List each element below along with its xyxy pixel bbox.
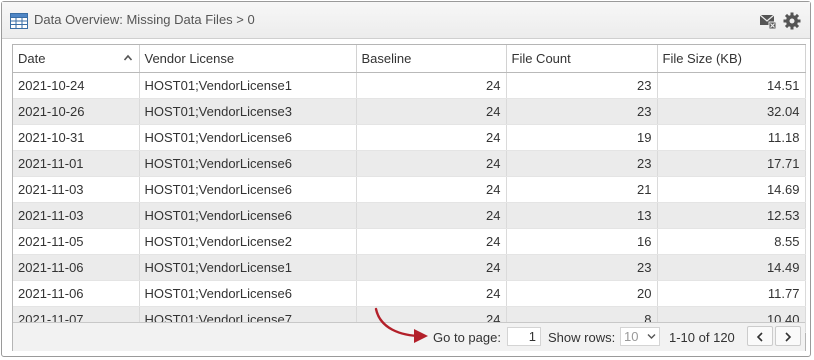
page-number-input[interactable]: 1 (507, 327, 541, 346)
table-row[interactable]: 2021-11-03 HOST01;VendorLicense6 24 21 14.69 (13, 176, 806, 203)
cell-file-size: 14.51 (657, 72, 806, 99)
sort-ascending-icon (123, 54, 132, 61)
go-to-page-label: Go to page: (433, 330, 501, 345)
cell-file-size: 14.69 (657, 176, 806, 203)
data-grid: Date Vendor License Baseline File Count … (12, 44, 806, 351)
chevron-left-icon (756, 332, 763, 342)
panel-header: Data Overview: Missing Data Files > 0 (2, 2, 810, 39)
data-overview-panel: Data Overview: Missing Data Files > 0 Da… (1, 1, 811, 357)
cell-file-count: 23 (506, 72, 658, 99)
table-row[interactable]: 2021-10-24 HOST01;VendorLicense1 24 23 14.51 (13, 72, 806, 99)
cell-vendor-license: HOST01;VendorLicense2 (139, 228, 357, 255)
cell-file-count: 23 (506, 150, 658, 177)
cell-file-size: 8.55 (657, 228, 806, 255)
table-row[interactable]: 2021-10-31 HOST01;VendorLicense6 24 19 11.18 (13, 124, 806, 151)
cell-file-count: 23 (506, 98, 658, 125)
cell-date: 2021-11-01 (13, 150, 140, 177)
cell-baseline: 24 (356, 98, 507, 125)
table-row[interactable]: 2021-11-05 HOST01;VendorLicense2 24 16 8.55 (13, 228, 806, 255)
cell-vendor-license: HOST01;VendorLicense6 (139, 124, 357, 151)
cell-file-count: 23 (506, 254, 658, 281)
table-header-row: Date Vendor License Baseline File Count … (13, 45, 806, 73)
panel-title: Data Overview: Missing Data Files > 0 (34, 12, 255, 27)
cell-date: 2021-11-05 (13, 228, 140, 255)
cell-baseline: 24 (356, 124, 507, 151)
column-header-vendor-license[interactable]: Vendor License (139, 45, 357, 73)
chevron-right-icon (785, 332, 792, 342)
cell-baseline: 24 (356, 228, 507, 255)
cell-vendor-license: HOST01;VendorLicense6 (139, 202, 357, 229)
chevron-down-icon (647, 334, 656, 339)
column-header-baseline[interactable]: Baseline (356, 45, 507, 73)
annotation-arrow-icon (374, 307, 428, 343)
data-table: Date Vendor License Baseline File Count … (13, 45, 806, 333)
next-page-button[interactable] (775, 326, 801, 346)
cell-file-count: 13 (506, 202, 658, 229)
column-header-file-size[interactable]: File Size (KB) (657, 45, 806, 73)
cell-vendor-license: HOST01;VendorLicense1 (139, 72, 357, 99)
cell-file-size: 11.18 (657, 124, 806, 151)
cell-file-size: 11.77 (657, 280, 806, 307)
table-row[interactable]: 2021-11-06 HOST01;VendorLicense1 24 23 14.49 (13, 254, 806, 281)
cell-date: 2021-10-24 (13, 72, 140, 99)
cell-date: 2021-11-03 (13, 176, 140, 203)
gear-icon[interactable] (783, 12, 801, 30)
page-range-text: 1-10 of 120 (669, 330, 735, 345)
cell-date: 2021-11-03 (13, 202, 140, 229)
table-row[interactable]: 2021-11-03 HOST01;VendorLicense6 24 13 12.53 (13, 202, 806, 229)
cell-file-size: 14.49 (657, 254, 806, 281)
cell-baseline: 24 (356, 202, 507, 229)
cell-vendor-license: HOST01;VendorLicense6 (139, 176, 357, 203)
cell-date: 2021-10-31 (13, 124, 140, 151)
cell-baseline: 24 (356, 72, 507, 99)
column-header-file-count[interactable]: File Count (506, 45, 658, 73)
cell-vendor-license: HOST01;VendorLicense3 (139, 98, 357, 125)
cell-baseline: 24 (356, 176, 507, 203)
table-row[interactable]: 2021-10-26 HOST01;VendorLicense3 24 23 32.04 (13, 98, 806, 125)
cell-baseline: 24 (356, 150, 507, 177)
cell-vendor-license: HOST01;VendorLicense6 (139, 280, 357, 307)
column-header-date[interactable]: Date (13, 45, 140, 73)
table-body: 2021-10-24 HOST01;VendorLicense1 24 23 14.51… (13, 72, 806, 333)
cell-file-count: 21 (506, 176, 658, 203)
table-icon (10, 13, 28, 29)
cell-baseline: 24 (356, 254, 507, 281)
cell-date: 2021-11-06 (13, 254, 140, 281)
cell-file-size: 32.04 (657, 98, 806, 125)
show-rows-label: Show rows: (548, 330, 616, 345)
cell-file-size: 17.71 (657, 150, 806, 177)
previous-page-button[interactable] (747, 326, 773, 346)
cell-file-count: 19 (506, 124, 658, 151)
cell-file-size: 12.53 (657, 202, 806, 229)
rows-per-page-value: 10 (624, 329, 639, 344)
cell-date: 2021-11-06 (13, 280, 140, 307)
cell-vendor-license: HOST01;VendorLicense1 (139, 254, 357, 281)
rows-per-page-select[interactable]: 10 (620, 327, 660, 346)
cell-file-count: 16 (506, 228, 658, 255)
cell-date: 2021-10-26 (13, 98, 140, 125)
cell-vendor-license: HOST01;VendorLicense6 (139, 150, 357, 177)
table-row[interactable]: 2021-11-01 HOST01;VendorLicense6 24 23 17.71 (13, 150, 806, 177)
email-icon[interactable] (759, 12, 777, 30)
cell-file-count: 20 (506, 280, 658, 307)
table-row[interactable]: 2021-11-06 HOST01;VendorLicense6 24 20 11.77 (13, 280, 806, 307)
cell-baseline: 24 (356, 280, 507, 307)
